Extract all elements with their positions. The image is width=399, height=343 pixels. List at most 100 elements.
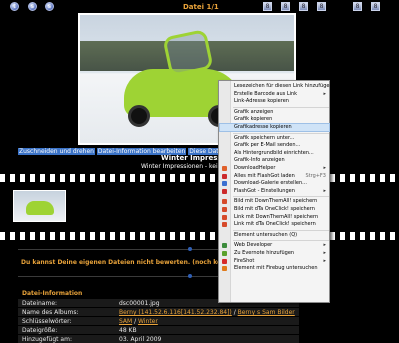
next-file-icon[interactable]: 8: [353, 2, 362, 11]
context-menu-item[interactable]: Download-Galerie erstellen...: [220, 180, 329, 187]
context-menu-item[interactable]: Zu Evernote hinzufügen ▸: [220, 250, 329, 257]
file-info-heading: Datei-Information: [22, 290, 83, 297]
context-menu-item[interactable]: DownloadHelper ▸: [220, 165, 329, 172]
context-menu-item-label: Grafik anzeigen: [234, 108, 274, 115]
file-info-value: SAM / Winter: [119, 318, 158, 325]
submenu-arrow-icon: ▸: [323, 165, 326, 171]
file-info-row: Dateigröße: 48 KB: [18, 325, 299, 334]
context-menu-item[interactable]: Alles mit FlashGot laden Strg+F3: [220, 173, 329, 180]
context-menu-item-label: Grafik speichern unter...: [234, 134, 295, 141]
first-file-icon[interactable]: 8: [263, 2, 272, 11]
context-menu-item[interactable]: Lesezeichen für diesen Link hinzufügen: [220, 83, 333, 90]
submenu-arrow-icon: ▸: [323, 250, 326, 256]
context-menu-item[interactable]: Grafik speichern unter...: [220, 135, 329, 142]
context-menu-item-label: Link mit DownThemAll! speichern: [234, 213, 319, 220]
context-menu-item-label: Erstelle Barcode aus Link: [234, 90, 298, 97]
file-info-key: Name des Albums:: [22, 309, 79, 316]
rotate-icon[interactable]: 8: [299, 2, 308, 11]
context-menu-item[interactable]: Link mit DownThemAll! speichern: [220, 214, 329, 221]
thumbnail-car: [26, 201, 54, 215]
context-menu-item-label: Download-Galerie erstellen...: [234, 180, 307, 187]
web-developer-icon: [222, 243, 227, 249]
downloadhelper-icon: [222, 166, 227, 171]
context-menu-item[interactable]: Element mit Firebug untersuchen: [220, 265, 329, 272]
file-info-key: Schlüsselwörter:: [22, 318, 72, 325]
back-to-thumbnails-icon[interactable]: t: [10, 2, 19, 11]
context-menu-item[interactable]: Link-Adresse kopieren: [220, 98, 329, 105]
context-menu-item[interactable]: Link mit dTa OneClick! speichern: [220, 221, 329, 228]
flashgot-icon: [222, 173, 227, 179]
menu-separator: [233, 132, 329, 134]
crop-rotate-link[interactable]: Zuschneiden und drehen: [18, 148, 95, 155]
context-menu-item-label: Bild mit dTa OneClick! speichern: [234, 206, 315, 212]
context-menu-item[interactable]: Web Developer ▸: [220, 242, 329, 249]
filmstrip-top-border: [0, 174, 399, 182]
file-info-row: Hinzugefügt am: 03. April 2009: [18, 334, 299, 343]
context-menu-item[interactable]: FlashGot - Einstellungen ▸: [220, 188, 329, 195]
file-info-key: Dateigröße:: [22, 327, 58, 334]
context-menu-item-label: Link-Adresse kopieren: [234, 98, 289, 105]
context-menu-item-label: Element untersuchen (Q): [234, 231, 298, 238]
context-menu-item[interactable]: Grafik-Info anzeigen: [220, 157, 329, 164]
filmstrip-bottom-border: [0, 232, 399, 240]
album-link[interactable]: Berny s Sam Bilder: [238, 309, 295, 316]
last-file-icon[interactable]: 8: [371, 2, 380, 11]
divider-dot: [188, 247, 192, 251]
menu-separator: [233, 106, 329, 108]
context-menu-item[interactable]: Grafik per E-Mail senden...: [220, 142, 329, 149]
file-info-row: Name des Albums: Berny (141.52.6.116[141…: [18, 307, 299, 316]
context-menu-item[interactable]: Als Hintergrundbild einrichten...: [220, 150, 329, 157]
flashgot-icon: [222, 181, 227, 187]
context-menu-item[interactable]: Grafik kopieren: [220, 116, 329, 123]
context-menu-item-label: Web Developer: [234, 242, 273, 249]
context-menu-item-label: FlashGot - Einstellungen: [234, 187, 295, 194]
downthemall-icon: [222, 199, 227, 205]
file-info-value: dsc00001.jpg: [119, 300, 160, 307]
slideshow-icon[interactable]: s: [28, 2, 37, 11]
context-menu-item-label: Link mit dTa OneClick! speichern: [234, 221, 316, 228]
context-menu-item-shortcut: Strg+F3: [305, 172, 326, 179]
file-info-value: 03. April 2009: [119, 336, 162, 343]
context-menu: Lesezeichen für diesen Link hinzufügen Er…: [218, 80, 333, 303]
keyword-link[interactable]: Winter: [138, 318, 158, 325]
submenu-arrow-icon: ▸: [323, 257, 326, 264]
file-info-value: Berny (141.52.6.116[141.52.232.84]) / Be…: [119, 309, 295, 316]
menu-separator: [233, 229, 329, 231]
context-menu-item-label: Bild mit DownThemAll! speichern: [234, 198, 318, 205]
file-info-value: 48 KB: [119, 327, 137, 334]
context-menu-item[interactable]: Grafik anzeigen: [220, 109, 329, 116]
context-menu-item-label: Grafik per E-Mail senden...: [234, 142, 301, 149]
flashgot-icon: [222, 188, 227, 194]
keyword-link[interactable]: SAM: [119, 318, 132, 325]
divider-dot: [188, 274, 192, 278]
context-menu-item[interactable]: FireShot ▸: [220, 258, 329, 265]
context-menu-item-label: FireShot: [234, 257, 255, 264]
evernote-icon: [222, 251, 227, 256]
firebug-icon: [222, 266, 227, 272]
context-menu-item-label: Lesezeichen für diesen Link hinzufügen: [234, 83, 333, 89]
context-menu-item-label: Zu Evernote hinzufügen: [234, 250, 295, 256]
gallery-page: t s s Datei 1/1 8 8 8 8 8 8 Zuschneiden …: [0, 0, 399, 343]
prev-file-icon[interactable]: 8: [281, 2, 290, 11]
menu-separator: [233, 240, 329, 242]
context-menu-item[interactable]: Erstelle Barcode aus Link ▸: [220, 91, 329, 98]
filmstrip-thumbnail[interactable]: [13, 190, 66, 222]
downthemall-icon: [222, 222, 227, 228]
album-link[interactable]: Berny (141.52.6.116[141.52.232.84]): [119, 309, 232, 316]
downthemall-icon: [222, 214, 227, 220]
email-icon[interactable]: 8: [317, 2, 326, 11]
context-menu-item[interactable]: Element untersuchen (Q): [220, 232, 329, 239]
context-menu-item[interactable]: Bild mit dTa OneClick! speichern: [220, 206, 329, 213]
submenu-arrow-icon: ▸: [323, 242, 326, 249]
context-menu-item-label: Grafikadresse kopieren: [234, 124, 292, 130]
context-menu-item-label: Element mit Firebug untersuchen: [234, 265, 318, 272]
menu-separator: [233, 196, 329, 198]
context-menu-item[interactable]: Grafikadresse kopieren: [219, 123, 330, 132]
file-info-row: Schlüsselwörter: SAM / Winter: [18, 316, 299, 325]
fireshot-icon: [222, 258, 227, 264]
context-menu-item[interactable]: Bild mit DownThemAll! speichern: [220, 198, 329, 205]
file-info-key: Dateiname:: [22, 300, 58, 307]
submenu-arrow-icon: ▸: [323, 187, 326, 194]
context-menu-item-label: Als Hintergrundbild einrichten...: [234, 149, 314, 156]
info-icon[interactable]: s: [45, 2, 54, 11]
